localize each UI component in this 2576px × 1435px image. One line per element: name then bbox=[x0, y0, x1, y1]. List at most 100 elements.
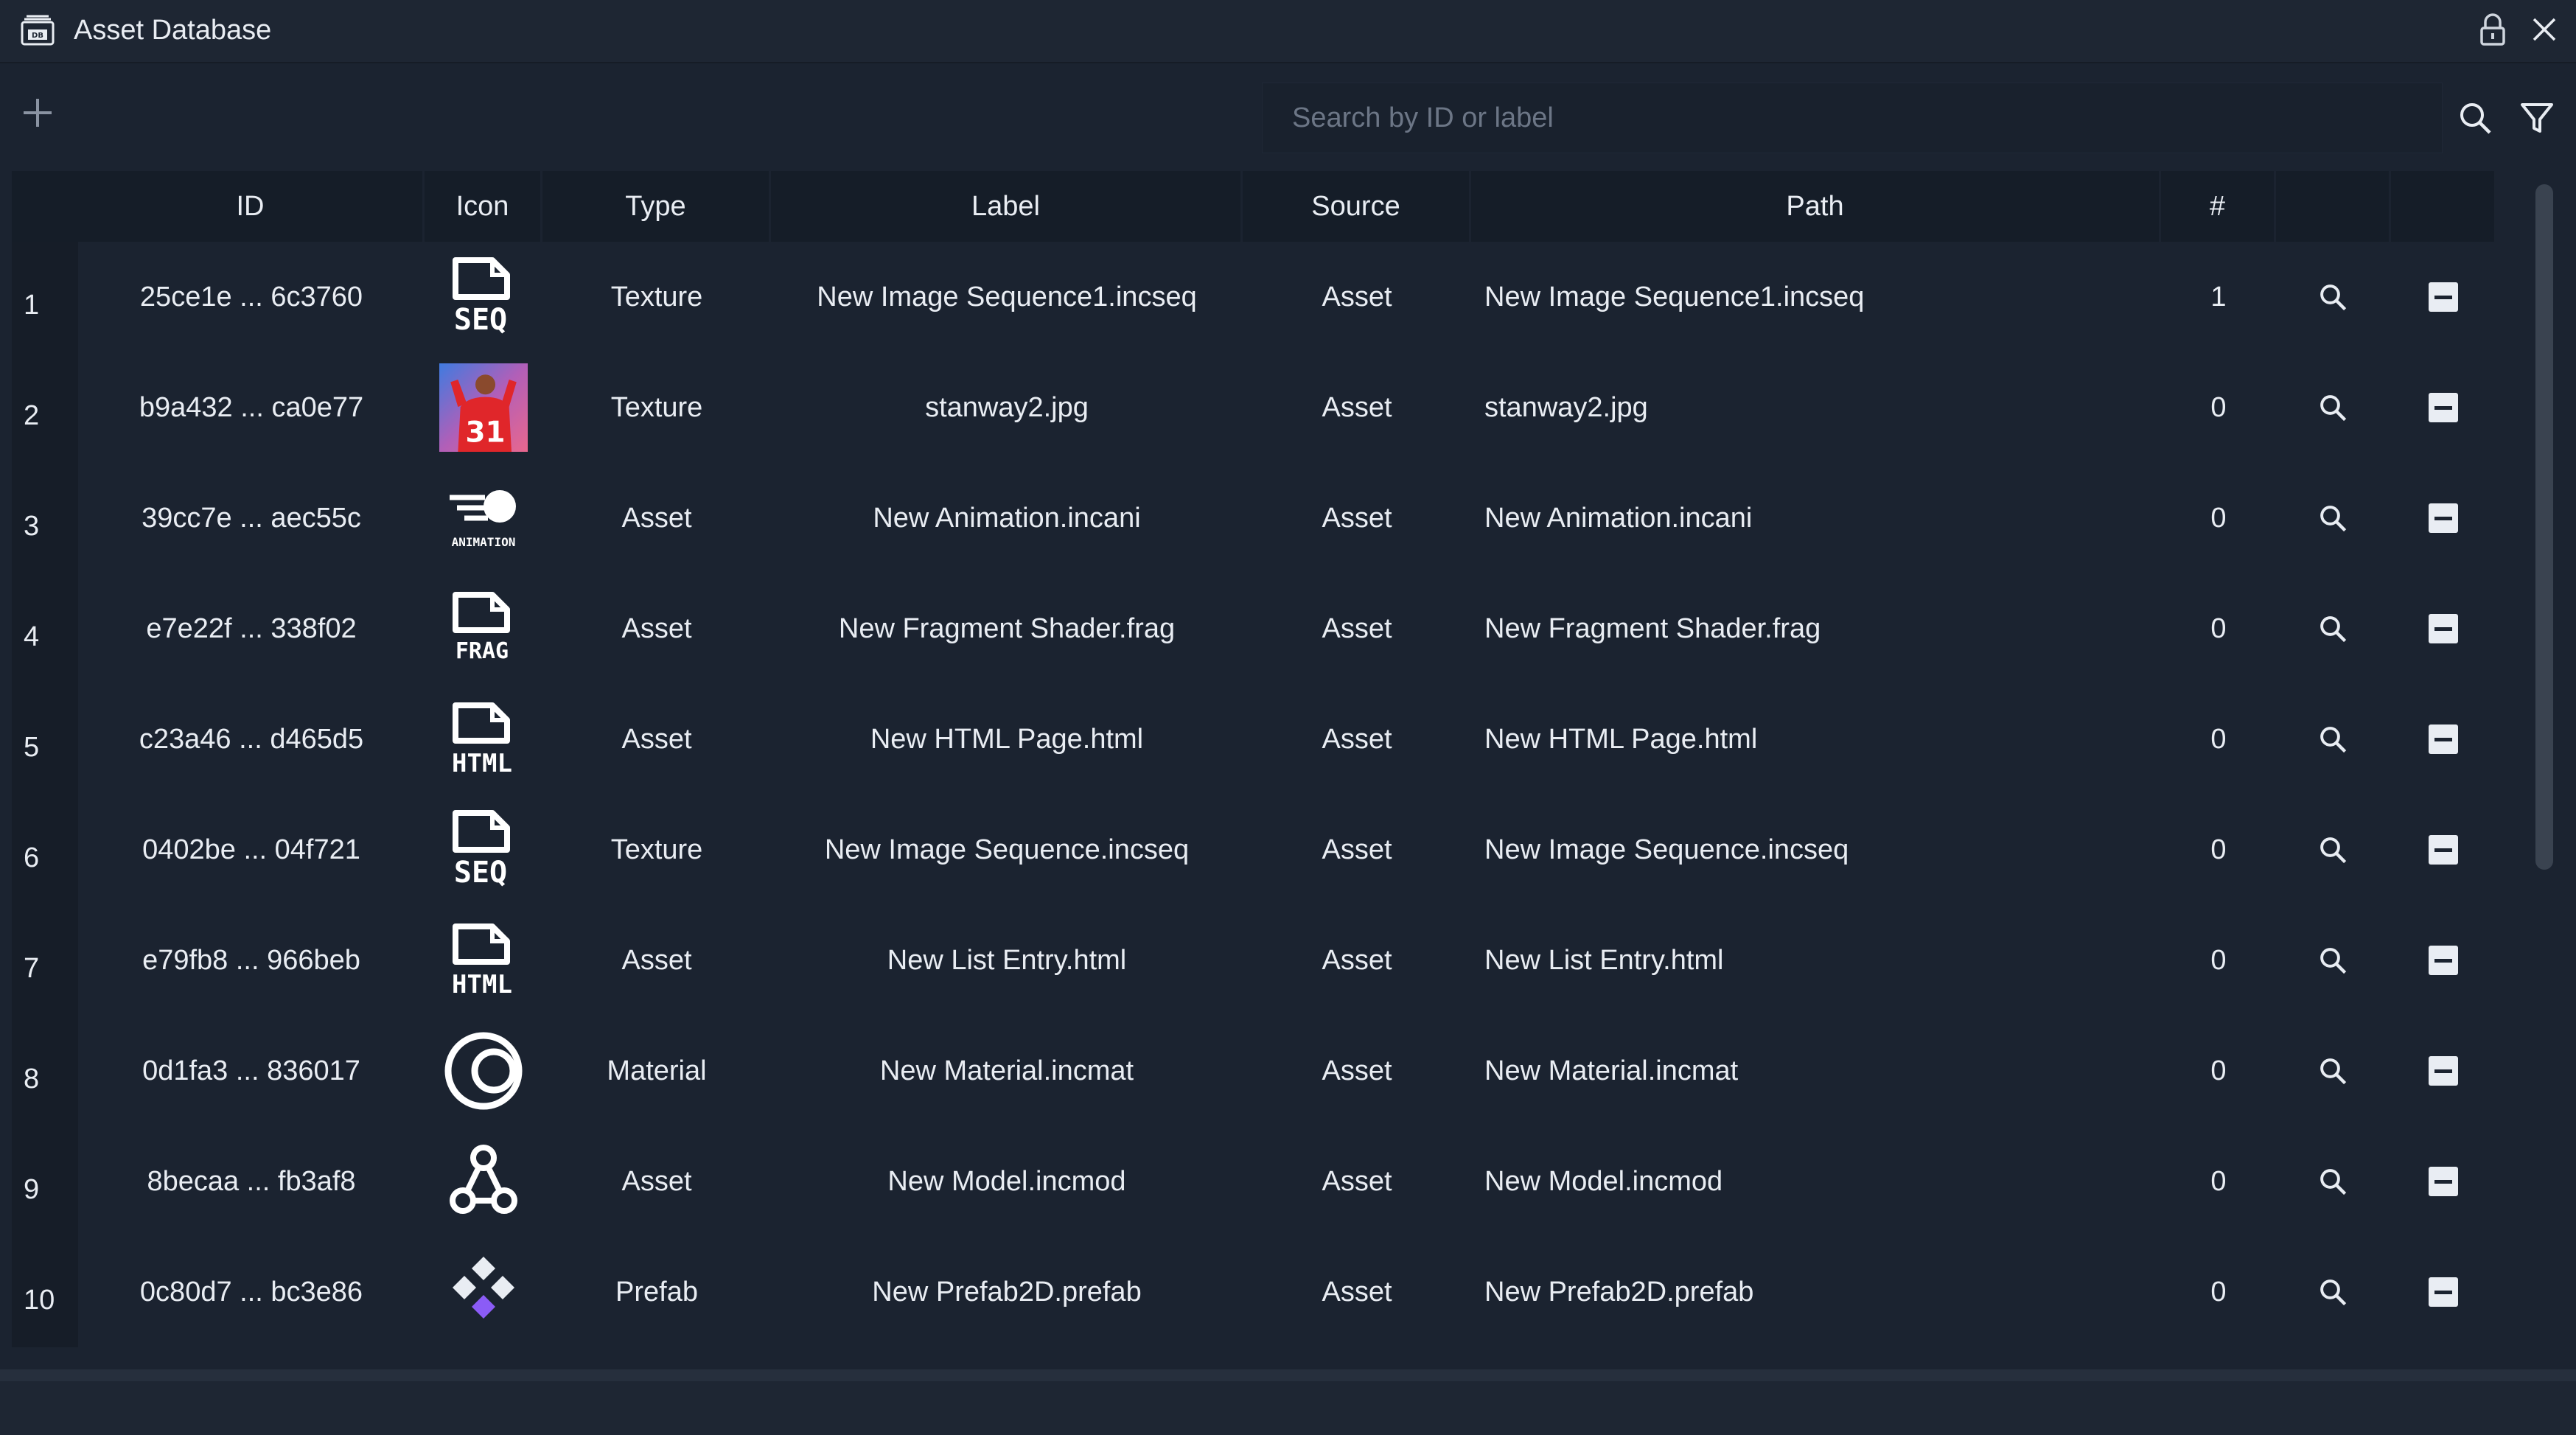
svg-text:31: 31 bbox=[465, 416, 505, 449]
vertical-scrollbar[interactable] bbox=[2535, 184, 2553, 870]
locate-asset-button[interactable] bbox=[2277, 795, 2388, 905]
remove-icon[interactable] bbox=[2429, 1167, 2458, 1196]
search-field[interactable] bbox=[1262, 83, 2443, 153]
remove-asset-button[interactable] bbox=[2388, 1237, 2499, 1347]
locate-asset-button[interactable] bbox=[2277, 352, 2388, 463]
asset-count: 1 bbox=[2210, 282, 2227, 313]
column-header-icon[interactable]: Icon bbox=[425, 171, 542, 242]
animation-icon: ANIMATION bbox=[425, 463, 542, 573]
column-header-id[interactable]: ID bbox=[78, 171, 425, 242]
asset-path: New Fragment Shader.frag bbox=[1484, 613, 1821, 644]
search-icon[interactable] bbox=[2317, 392, 2348, 423]
add-asset-button[interactable] bbox=[21, 96, 55, 130]
asset-label: New HTML Page.html bbox=[870, 724, 1144, 755]
remove-asset-button[interactable] bbox=[2388, 1126, 2499, 1237]
svg-text:FRAG: FRAG bbox=[455, 638, 509, 664]
html-file-icon: HTML bbox=[425, 905, 542, 1016]
table-row[interactable]: 6 0402be ... 04f721 SEQ Texture New Imag… bbox=[12, 795, 2494, 905]
asset-id: 25ce1e ... 6c3760 bbox=[139, 282, 363, 313]
remove-asset-button[interactable] bbox=[2388, 352, 2499, 463]
table-row[interactable]: 9 8becaa ... fb3af8 Asset New Model.incm… bbox=[12, 1126, 2494, 1237]
remove-asset-button[interactable] bbox=[2388, 463, 2499, 573]
asset-source: Asset bbox=[1322, 392, 1392, 423]
asset-count: 0 bbox=[2210, 1277, 2227, 1307]
table-row[interactable]: 8 0d1fa3 ... 836017 Material New Materia… bbox=[12, 1016, 2494, 1126]
remove-icon[interactable] bbox=[2429, 1056, 2458, 1086]
asset-label: New Animation.incani bbox=[873, 503, 1141, 534]
remove-asset-button[interactable] bbox=[2388, 1016, 2499, 1126]
filter-icon[interactable] bbox=[2519, 100, 2555, 136]
search-icon[interactable] bbox=[2457, 100, 2493, 136]
asset-path: New Image Sequence1.incseq bbox=[1484, 282, 1865, 313]
row-number: 3 bbox=[12, 463, 78, 573]
column-header-count[interactable]: # bbox=[2161, 171, 2276, 242]
close-icon[interactable] bbox=[2530, 15, 2559, 44]
asset-count: 0 bbox=[2210, 392, 2227, 423]
seq-file-icon: SEQ bbox=[425, 242, 542, 352]
column-header-label[interactable]: Label bbox=[771, 171, 1243, 242]
locate-asset-button[interactable] bbox=[2277, 905, 2388, 1016]
search-icon[interactable] bbox=[2317, 1277, 2348, 1307]
table-row[interactable]: 3 39cc7e ... aec55c ANIMATION Asset New … bbox=[12, 463, 2494, 573]
svg-text:DB: DB bbox=[32, 32, 43, 40]
locate-asset-button[interactable] bbox=[2277, 684, 2388, 795]
asset-id: e79fb8 ... 966beb bbox=[142, 945, 360, 976]
row-number: 2 bbox=[12, 352, 78, 463]
asset-type: Texture bbox=[610, 392, 703, 423]
remove-icon[interactable] bbox=[2429, 835, 2458, 865]
column-header-path[interactable]: Path bbox=[1471, 171, 2161, 242]
row-number: 1 bbox=[12, 242, 78, 352]
remove-asset-button[interactable] bbox=[2388, 795, 2499, 905]
table-row[interactable]: 4 e7e22f ... 338f02 FRAG Asset New Fragm… bbox=[12, 573, 2494, 684]
table-row[interactable]: 7 e79fb8 ... 966beb HTML Asset New List … bbox=[12, 905, 2494, 1016]
remove-asset-button[interactable] bbox=[2388, 684, 2499, 795]
search-icon[interactable] bbox=[2317, 834, 2348, 865]
asset-label: stanway2.jpg bbox=[925, 392, 1089, 423]
remove-icon[interactable] bbox=[2429, 1277, 2458, 1307]
remove-icon[interactable] bbox=[2429, 503, 2458, 533]
row-number: 10 bbox=[12, 1237, 78, 1347]
remove-icon[interactable] bbox=[2429, 946, 2458, 975]
asset-source: Asset bbox=[1322, 834, 1392, 865]
locate-asset-button[interactable] bbox=[2277, 1237, 2388, 1347]
search-icon[interactable] bbox=[2317, 1166, 2348, 1197]
column-header-source[interactable]: Source bbox=[1243, 171, 1471, 242]
asset-count: 0 bbox=[2210, 945, 2227, 976]
column-header-type[interactable]: Type bbox=[542, 171, 771, 242]
locate-asset-button[interactable] bbox=[2277, 1016, 2388, 1126]
locate-asset-button[interactable] bbox=[2277, 242, 2388, 352]
table-row[interactable]: 5 c23a46 ... d465d5 HTML Asset New HTML … bbox=[12, 684, 2494, 795]
search-icon[interactable] bbox=[2317, 503, 2348, 534]
remove-icon[interactable] bbox=[2429, 393, 2458, 422]
search-icon[interactable] bbox=[2317, 1055, 2348, 1086]
search-icon[interactable] bbox=[2317, 282, 2348, 313]
locate-asset-button[interactable] bbox=[2277, 573, 2388, 684]
bottom-divider bbox=[0, 1369, 2576, 1381]
asset-type: Asset bbox=[621, 724, 692, 755]
row-number: 7 bbox=[12, 905, 78, 1016]
remove-icon[interactable] bbox=[2429, 614, 2458, 643]
remove-asset-button[interactable] bbox=[2388, 905, 2499, 1016]
remove-asset-button[interactable] bbox=[2388, 573, 2499, 684]
svg-text:SEQ: SEQ bbox=[454, 303, 507, 337]
asset-count: 0 bbox=[2210, 503, 2227, 534]
remove-icon[interactable] bbox=[2429, 282, 2458, 312]
table-row[interactable]: 10 0c80d7 ... bc3e86 Prefab New Prefab2D… bbox=[12, 1237, 2494, 1347]
locate-asset-button[interactable] bbox=[2277, 1126, 2388, 1237]
search-input[interactable] bbox=[1263, 83, 2442, 153]
asset-path: New Material.incmat bbox=[1484, 1055, 1739, 1086]
table-row[interactable]: 2 b9a432 ... ca0e77 31 Texture stanway2.… bbox=[12, 352, 2494, 463]
lock-icon[interactable] bbox=[2478, 12, 2507, 47]
search-icon[interactable] bbox=[2317, 613, 2348, 644]
row-number: 9 bbox=[12, 1126, 78, 1237]
search-icon[interactable] bbox=[2317, 945, 2348, 976]
model-icon bbox=[425, 1126, 542, 1237]
asset-source: Asset bbox=[1322, 724, 1392, 755]
asset-path: New Prefab2D.prefab bbox=[1484, 1277, 1754, 1307]
locate-asset-button[interactable] bbox=[2277, 463, 2388, 573]
remove-icon[interactable] bbox=[2429, 725, 2458, 754]
title-bar: DB Asset Database bbox=[0, 0, 2576, 63]
remove-asset-button[interactable] bbox=[2388, 242, 2499, 352]
search-icon[interactable] bbox=[2317, 724, 2348, 755]
table-row[interactable]: 1 25ce1e ... 6c3760 SEQ Texture New Imag… bbox=[12, 242, 2494, 352]
